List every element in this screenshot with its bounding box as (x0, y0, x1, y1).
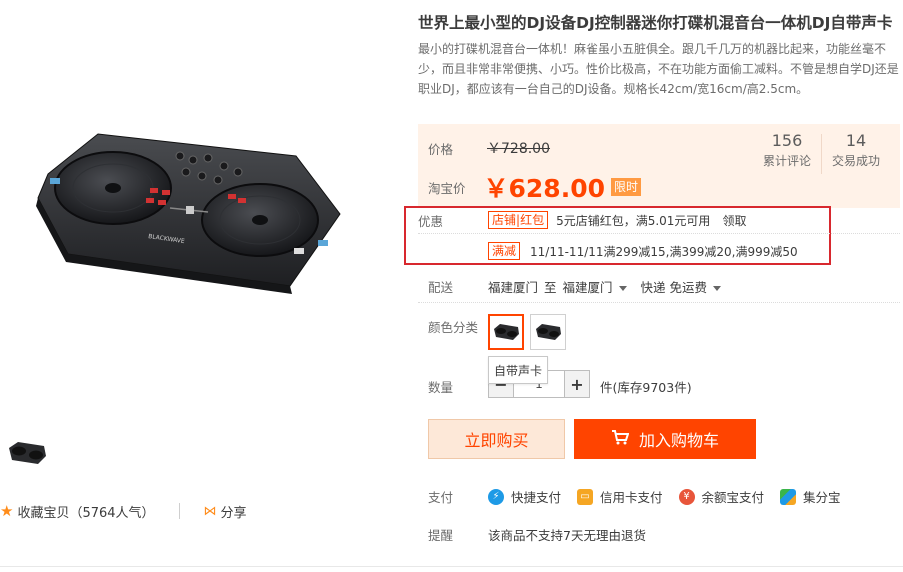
current-price: ￥628.00 (483, 174, 605, 203)
shop-coupon-tag: 店铺|红包 (488, 211, 549, 229)
color-swatch[interactable] (530, 314, 566, 350)
payment-row: 支付 ⚡ 快捷支付 ▭ 信用卡支付 ¥ 余额宝支付 集分宝 (428, 487, 857, 506)
favorite-share-bar: ★ 收藏宝贝（5764人气） ⋈ 分享 (0, 500, 247, 522)
stock-text: 件(库存9703件) (600, 380, 692, 395)
delivery-to-word: 至 (544, 280, 557, 295)
share-icon[interactable]: ⋈ (204, 504, 217, 519)
reminder-text: 该商品不支持7天无理由退货 (488, 528, 646, 543)
divider (0, 566, 903, 567)
reminder-row: 提醒 该商品不支持7天无理由退货 (428, 525, 646, 544)
product-title: 世界上最小型的DJ设备DJ控制器迷你打碟机混音台一体机DJ自带声卡 (418, 14, 893, 32)
buy-now-button[interactable]: 立即购买 (428, 419, 565, 459)
discount-text: 11/11-11/11满299减15,满399减20,满999减50 (530, 244, 798, 259)
product-info: 世界上最小型的DJ设备DJ控制器迷你打碟机混音台一体机DJ自带声卡 最小的打碟机… (418, 12, 900, 99)
thumbnail-image[interactable] (6, 438, 48, 468)
quantity-row: 数量 (428, 377, 453, 396)
credit-card-icon: ▭ (577, 488, 594, 505)
promo-label: 优惠 (418, 213, 444, 229)
payment-yuebao[interactable]: ¥ 余额宝支付 (678, 487, 764, 506)
color-row: 颜色分类 (428, 317, 478, 336)
original-price: ￥728.00 (487, 141, 551, 157)
discount-tag: 满减 (488, 242, 521, 260)
delivery-label: 配送 (428, 280, 454, 295)
price-panel: 价格 ￥728.00 淘宝价 ￥628.00 限时 156 累计评论 14 交易… (418, 124, 900, 208)
add-to-cart-button[interactable]: 加入购物车 (574, 419, 756, 459)
share-label[interactable]: 分享 (221, 502, 247, 521)
delivery-from: 福建厦门 (488, 280, 539, 295)
delivery-to-select[interactable]: 福建厦门 (563, 277, 627, 296)
star-icon[interactable]: ★ (0, 502, 13, 520)
limited-time-badge: 限时 (611, 178, 642, 196)
payment-label: 支付 (428, 490, 454, 505)
chevron-down-icon (713, 286, 722, 291)
increase-button[interactable]: + (564, 370, 590, 398)
divider (178, 503, 180, 519)
payment-jifenbao[interactable]: 集分宝 (780, 487, 841, 506)
product-subtitle: 最小的打碟机混音台一体机！麻雀虽小五脏俱全。跟几千几万的机器比起来，功能丝毫不少… (418, 42, 899, 96)
taobao-price-label: 淘宝价 (428, 180, 466, 196)
favorite-label[interactable]: 收藏宝贝（5764人气） (17, 502, 154, 521)
price-label: 价格 (428, 141, 454, 157)
cart-icon (611, 429, 630, 450)
color-swatch-selected[interactable] (488, 314, 524, 350)
stat-reviews[interactable]: 156 累计评论 (753, 130, 821, 174)
add-to-cart-label: 加入购物车 (638, 433, 719, 450)
swatch-tooltip: 自带声卡 (488, 356, 548, 384)
claim-link[interactable]: 领取 (722, 212, 746, 229)
divider (418, 233, 900, 234)
chevron-down-icon (618, 286, 627, 291)
promo-row-2: 满减 11/11-11/11满299减15,满399减20,满999减50 (418, 238, 798, 264)
shipping-method-select[interactable]: 快递 免运费 (641, 277, 722, 296)
coupon-text: 5元店铺红包，满5.01元可用 (556, 213, 711, 228)
divider (418, 302, 900, 303)
reminder-label: 提醒 (428, 528, 454, 543)
payment-credit[interactable]: ▭ 信用卡支付 (577, 487, 663, 506)
yuebao-icon: ¥ (678, 488, 695, 505)
delivery-row: 配送 福建厦门 至 福建厦门 快递 免运费 (428, 277, 722, 296)
payment-quick[interactable]: ⚡ 快捷支付 (488, 487, 561, 506)
promo-row-1: 优惠 店铺|红包 5元店铺红包，满5.01元可用 领取 (418, 207, 746, 233)
jifenbao-icon (780, 488, 797, 505)
main-product-image: BLACKWAVE (28, 116, 358, 316)
stat-deals[interactable]: 14 交易成功 (822, 130, 890, 174)
quantity-label: 数量 (428, 380, 454, 395)
color-label: 颜色分类 (428, 320, 479, 335)
quick-pay-icon: ⚡ (488, 488, 504, 505)
stats: 156 累计评论 14 交易成功 (753, 130, 890, 174)
